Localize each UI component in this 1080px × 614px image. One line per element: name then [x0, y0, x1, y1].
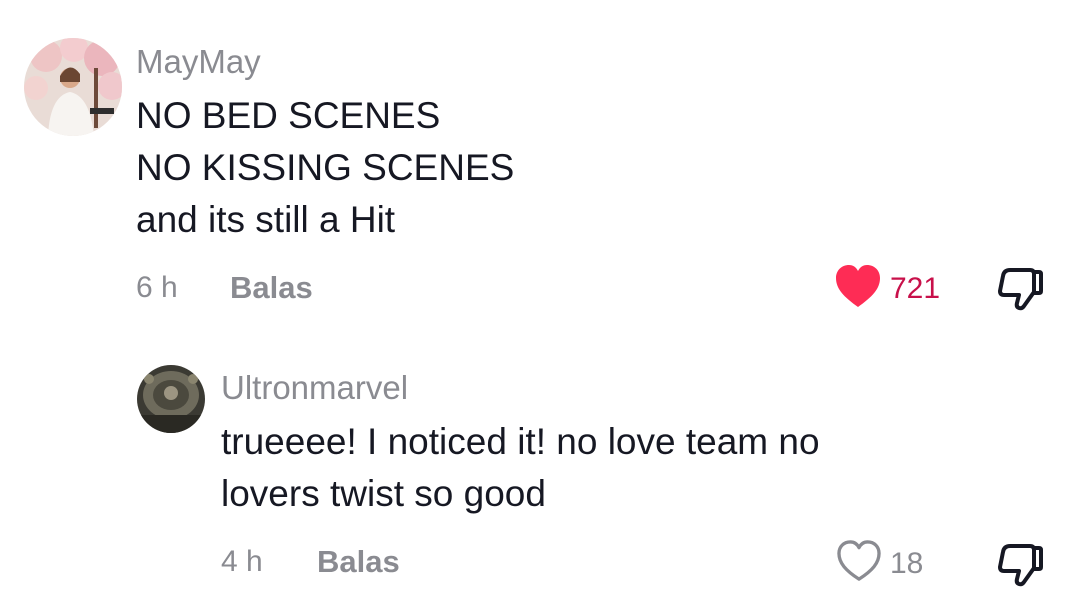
like-button[interactable]: 18 [836, 540, 923, 587]
heart-icon [836, 540, 882, 587]
comment-username[interactable]: MayMay [136, 42, 261, 82]
dislike-button[interactable] [996, 266, 1044, 317]
thumbs-down-icon [996, 544, 1044, 592]
dislike-button[interactable] [996, 542, 1044, 593]
reply-button[interactable]: Balas [230, 268, 313, 308]
like-count: 721 [890, 271, 941, 305]
thumbs-down-icon [996, 268, 1044, 316]
comment-text-line: trueeee! I noticed it! no love team no [221, 421, 820, 462]
heart-icon [834, 264, 882, 313]
comment-text: NO BED SCENES NO KISSING SCENES and its … [136, 90, 514, 246]
avatar[interactable] [24, 38, 122, 136]
comment-timestamp: 4 h [221, 545, 263, 578]
comment-timestamp: 6 h [136, 271, 178, 304]
like-button[interactable]: 721 [834, 264, 940, 313]
comment-text-line: and its still a Hit [136, 199, 396, 240]
comment-text: trueeee! I noticed it! no love team no l… [221, 416, 820, 520]
reply-button[interactable]: Balas [317, 542, 400, 582]
comment-text-line: lovers twist so good [221, 473, 546, 514]
like-count: 18 [890, 546, 924, 580]
comment-text-line: NO KISSING SCENES [136, 147, 515, 188]
comment-username[interactable]: Ultronmarvel [221, 368, 408, 408]
comment-text-line: NO BED SCENES [136, 95, 441, 136]
avatar[interactable] [137, 365, 205, 433]
